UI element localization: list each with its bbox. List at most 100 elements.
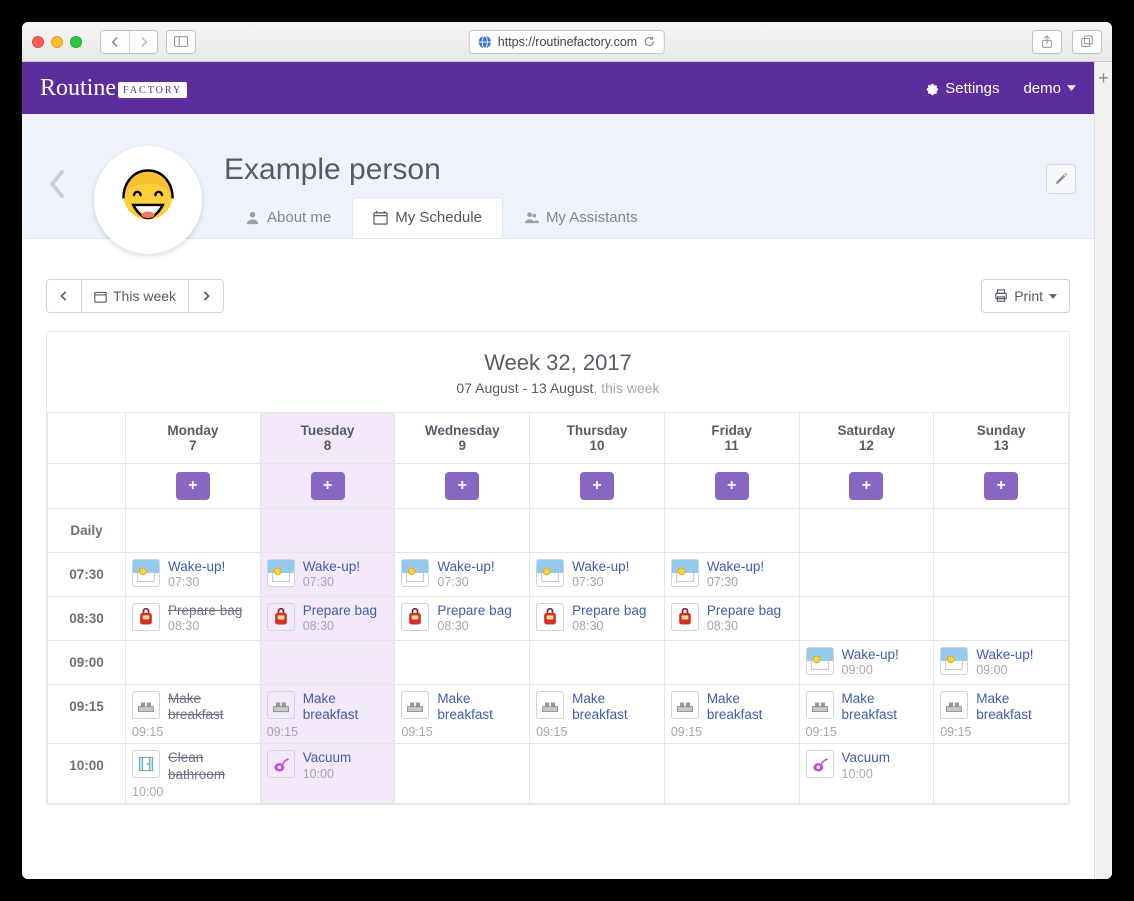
user-menu[interactable]: demo xyxy=(1023,80,1076,97)
print-button[interactable]: Print xyxy=(981,279,1070,313)
schedule-cell[interactable]: Prepare bag08:30 xyxy=(260,597,395,641)
edit-button[interactable] xyxy=(1046,164,1076,194)
calendar-icon xyxy=(373,210,388,225)
activity-item[interactable]: Wake-up!07:30 xyxy=(267,559,389,590)
tab-about-me[interactable]: About me xyxy=(224,197,352,238)
subheader: Example person About me My Schedule M xyxy=(22,114,1094,239)
daily-cell xyxy=(934,509,1069,553)
add-activity-button[interactable]: + xyxy=(445,472,479,500)
activity-item[interactable]: Make breakfast xyxy=(806,691,928,723)
schedule-cell[interactable]: Wake-up!07:30 xyxy=(126,553,261,597)
schedule-cell[interactable] xyxy=(799,553,934,597)
sidebar-toggle[interactable] xyxy=(166,30,196,54)
activity-item[interactable]: Vacuum10:00 xyxy=(806,750,928,781)
activity-item[interactable]: Prepare bag08:30 xyxy=(671,603,793,634)
schedule-cell[interactable]: Make breakfast09:15 xyxy=(664,685,799,744)
activity-time: 09:15 xyxy=(940,725,1062,739)
activity-item[interactable]: Vacuum10:00 xyxy=(267,750,389,781)
schedule-cell[interactable]: Wake-up!09:00 xyxy=(934,641,1069,685)
schedule-cell[interactable]: Wake-up!09:00 xyxy=(799,641,934,685)
daily-cell xyxy=(530,509,665,553)
activity-item[interactable]: Clean bathroom xyxy=(132,750,254,782)
schedule-cell[interactable]: Make breakfast09:15 xyxy=(260,685,395,744)
schedule-cell[interactable]: Vacuum10:00 xyxy=(799,744,934,803)
activity-item[interactable]: Prepare bag08:30 xyxy=(132,603,254,634)
schedule-cell[interactable] xyxy=(934,744,1069,803)
schedule-cell[interactable]: Make breakfast 09:15 xyxy=(934,685,1069,744)
schedule-cell[interactable]: Prepare bag08:30 xyxy=(664,597,799,641)
schedule-cell[interactable] xyxy=(126,641,261,685)
this-week-button[interactable]: This week xyxy=(82,279,189,313)
schedule-cell[interactable] xyxy=(395,744,530,803)
prev-week-button[interactable] xyxy=(46,279,82,313)
schedule-table: Monday7Tuesday8Wednesday9Thursday10Frida… xyxy=(47,412,1069,804)
schedule-cell[interactable]: Vacuum10:00 xyxy=(260,744,395,803)
schedule-cell[interactable] xyxy=(664,641,799,685)
schedule-cell[interactable]: Prepare bag08:30 xyxy=(530,597,665,641)
activity-item[interactable]: Wake-up!07:30 xyxy=(401,559,523,590)
schedule-cell[interactable] xyxy=(395,641,530,685)
settings-link[interactable]: Settings xyxy=(924,80,999,97)
schedule-cell[interactable]: Wake-up!07:30 xyxy=(260,553,395,597)
activity-item[interactable]: Wake-up!07:30 xyxy=(132,559,254,590)
add-activity-button[interactable]: + xyxy=(849,472,883,500)
activity-item[interactable]: Wake-up!07:30 xyxy=(671,559,793,590)
fullscreen-window-button[interactable] xyxy=(70,36,82,48)
add-activity-button[interactable]: + xyxy=(580,472,614,500)
schedule-cell[interactable] xyxy=(799,597,934,641)
day-header: Sunday13 xyxy=(934,413,1069,464)
activity-item[interactable]: Make breakfast xyxy=(940,691,1062,723)
tab-my-assistants[interactable]: My Assistants xyxy=(503,197,659,238)
add-activity-button[interactable]: + xyxy=(176,472,210,500)
activity-item[interactable]: Make breakfast xyxy=(401,691,523,723)
tabs-button[interactable] xyxy=(1073,31,1101,53)
schedule-cell[interactable] xyxy=(260,641,395,685)
add-activity-button[interactable]: + xyxy=(715,472,749,500)
add-activity-button[interactable]: + xyxy=(984,472,1018,500)
activity-item[interactable]: Wake-up!07:30 xyxy=(536,559,658,590)
minimize-window-button[interactable] xyxy=(51,36,63,48)
schedule-cell[interactable] xyxy=(530,744,665,803)
logo[interactable]: Routine FACTORY xyxy=(40,75,187,102)
schedule-cell[interactable] xyxy=(530,641,665,685)
schedule-cell[interactable] xyxy=(934,553,1069,597)
activity-item[interactable]: Wake-up!09:00 xyxy=(940,647,1062,678)
activity-item[interactable]: Prepare bag08:30 xyxy=(267,603,389,634)
sun-icon xyxy=(401,559,429,587)
schedule-cell[interactable]: Prepare bag08:30 xyxy=(395,597,530,641)
new-tab-strip[interactable]: + xyxy=(1094,62,1112,879)
activity-item[interactable]: Make breakfast xyxy=(132,691,254,723)
nav-back-forward xyxy=(100,30,158,54)
activity-item[interactable]: Make breakfast xyxy=(267,691,389,723)
close-window-button[interactable] xyxy=(32,36,44,48)
activity-item[interactable]: Prepare bag08:30 xyxy=(401,603,523,634)
schedule-cell[interactable] xyxy=(934,597,1069,641)
activity-time: 09:15 xyxy=(806,725,928,739)
activity-item[interactable]: Make breakfast xyxy=(671,691,793,723)
activity-item[interactable]: Make breakfast xyxy=(536,691,658,723)
back-chevron[interactable] xyxy=(40,162,72,206)
reload-icon[interactable] xyxy=(643,35,656,48)
avatar[interactable] xyxy=(94,146,202,254)
activity-item[interactable]: Prepare bag08:30 xyxy=(536,603,658,634)
share-button[interactable] xyxy=(1033,31,1061,53)
browser-back-button[interactable] xyxy=(101,31,129,53)
schedule-cell[interactable]: Prepare bag08:30 xyxy=(126,597,261,641)
schedule-cell[interactable]: Make breakfast09:15 xyxy=(395,685,530,744)
schedule-cell[interactable]: Wake-up!07:30 xyxy=(664,553,799,597)
activity-item[interactable]: Wake-up!09:00 xyxy=(806,647,928,678)
schedule-cell[interactable] xyxy=(664,744,799,803)
browser-forward-button[interactable] xyxy=(129,31,157,53)
url-bar[interactable]: https://routinefactory.com xyxy=(469,30,665,54)
schedule-cell[interactable]: Make breakfast09:15 xyxy=(126,685,261,744)
activity-time: 08:30 xyxy=(707,619,781,634)
schedule-cell[interactable]: Clean bathroom10:00 xyxy=(126,744,261,803)
tab-my-schedule[interactable]: My Schedule xyxy=(352,197,503,238)
schedule-cell[interactable]: Make breakfast09:15 xyxy=(530,685,665,744)
next-week-button[interactable] xyxy=(189,279,224,313)
activity-title: Make breakfast xyxy=(168,691,254,723)
schedule-cell[interactable]: Make breakfast 09:15 xyxy=(799,685,934,744)
add-activity-button[interactable]: + xyxy=(311,472,345,500)
schedule-cell[interactable]: Wake-up!07:30 xyxy=(395,553,530,597)
schedule-cell[interactable]: Wake-up!07:30 xyxy=(530,553,665,597)
